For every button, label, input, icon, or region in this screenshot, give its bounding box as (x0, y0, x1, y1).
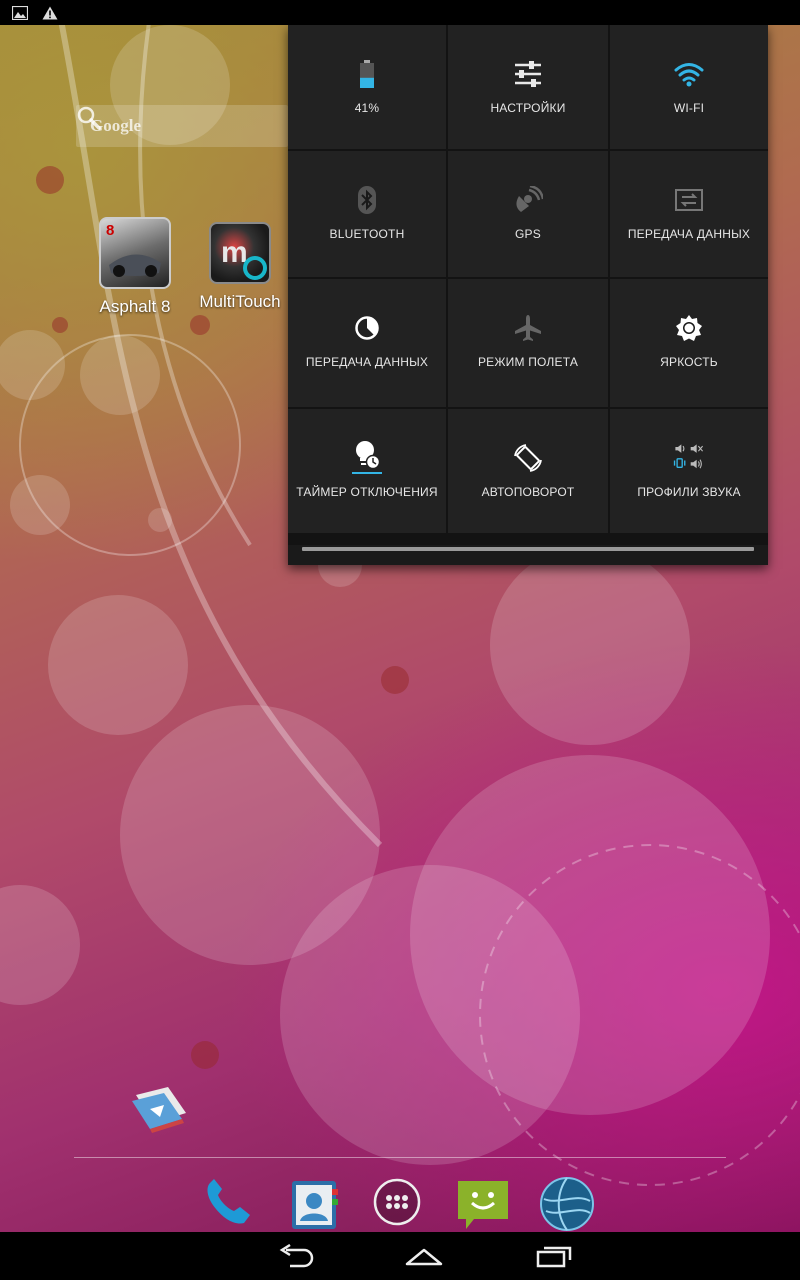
image-notification-icon (12, 5, 28, 20)
tile-label: BLUETOOTH (329, 227, 405, 241)
app-label: Asphalt 8 (99, 297, 171, 316)
tile-wifi[interactable]: WI-FI (610, 25, 768, 149)
svg-text:8: 8 (106, 222, 114, 239)
multitouch-icon: m (209, 222, 271, 284)
sleep-timer-icon (350, 441, 384, 475)
tile-label: 41% (354, 101, 380, 115)
tile-label: РЕЖИМ ПОЛЕТА (477, 355, 579, 369)
tile-label: ПЕРЕДАЧА ДАННЫХ (305, 355, 429, 369)
bluetooth-icon (350, 183, 384, 217)
tile-label: АВТОПОВОРОТ (481, 485, 575, 499)
tile-label: WI-FI (673, 101, 705, 115)
navigation-bar (0, 1232, 800, 1280)
tile-label: ПЕРЕДАЧА ДАННЫХ (627, 227, 751, 241)
panel-drag-handle[interactable] (302, 547, 754, 551)
wifi-icon (672, 57, 706, 91)
battery-icon (350, 57, 384, 91)
quick-settings-panel: 41% НАСТРОЙКИ WI-FI BLUETOOTH GPS ПЕРЕДА… (288, 25, 768, 565)
tile-label: НАСТРОЙКИ (490, 101, 566, 115)
tile-settings[interactable]: НАСТРОЙКИ (448, 25, 608, 149)
airplane-icon (511, 311, 545, 345)
home-icon[interactable] (394, 1240, 454, 1272)
browser-icon[interactable] (538, 1175, 598, 1232)
tile-auto-rotate[interactable]: АВТОПОВОРОТ (448, 409, 608, 533)
tile-battery[interactable]: 41% (288, 25, 446, 149)
google-search-bar[interactable]: Google (76, 105, 288, 147)
tile-bluetooth[interactable]: BLUETOOTH (288, 151, 446, 277)
data-transfer-icon (672, 183, 706, 217)
back-icon[interactable] (266, 1240, 326, 1272)
phone-icon[interactable] (200, 1175, 260, 1232)
tile-data-transfer[interactable]: ПЕРЕДАЧА ДАННЫХ (610, 151, 768, 277)
auto-rotate-icon (511, 441, 545, 475)
messaging-icon[interactable] (454, 1175, 514, 1232)
tile-airplane-mode[interactable]: РЕЖИМ ПОЛЕТА (448, 279, 608, 407)
tile-sound-profiles[interactable]: ПРОФИЛИ ЗВУКА (610, 409, 768, 533)
settings-sliders-icon (511, 57, 545, 91)
tile-data-usage[interactable]: ПЕРЕДАЧА ДАННЫХ (288, 279, 446, 407)
contacts-icon[interactable] (286, 1175, 346, 1232)
dock-divider (74, 1157, 726, 1158)
status-bar (0, 0, 800, 25)
tile-label: ЯРКОСТЬ (660, 355, 718, 369)
all-apps-icon[interactable] (370, 1175, 430, 1232)
tile-sleep-timer[interactable]: ТАЙМЕР ОТКЛЮЧЕНИЯ (288, 409, 446, 533)
tile-brightness[interactable]: ЯРКОСТЬ (610, 279, 768, 407)
app-asphalt-8[interactable]: 8 Asphalt 8 (85, 217, 185, 317)
app-multitouch[interactable]: m MultiTouch (190, 217, 290, 312)
tile-label: GPS (515, 227, 541, 241)
tile-label: ПРОФИЛИ ЗВУКА (637, 485, 741, 499)
asphalt-8-icon: 8 (99, 217, 171, 289)
warning-icon (42, 6, 58, 20)
gps-icon (511, 183, 545, 217)
tile-label: ТАЙМЕР ОТКЛЮЧЕНИЯ (296, 485, 438, 499)
dock (0, 1175, 800, 1232)
data-usage-icon (350, 311, 384, 345)
brightness-icon (672, 311, 706, 345)
app-label: MultiTouch (199, 292, 281, 311)
quick-settings-grid: 41% НАСТРОЙКИ WI-FI BLUETOOTH GPS ПЕРЕДА… (288, 25, 768, 545)
recent-apps-icon[interactable] (524, 1240, 584, 1272)
sound-profiles-icon (672, 441, 706, 475)
tile-gps[interactable]: GPS (448, 151, 608, 277)
